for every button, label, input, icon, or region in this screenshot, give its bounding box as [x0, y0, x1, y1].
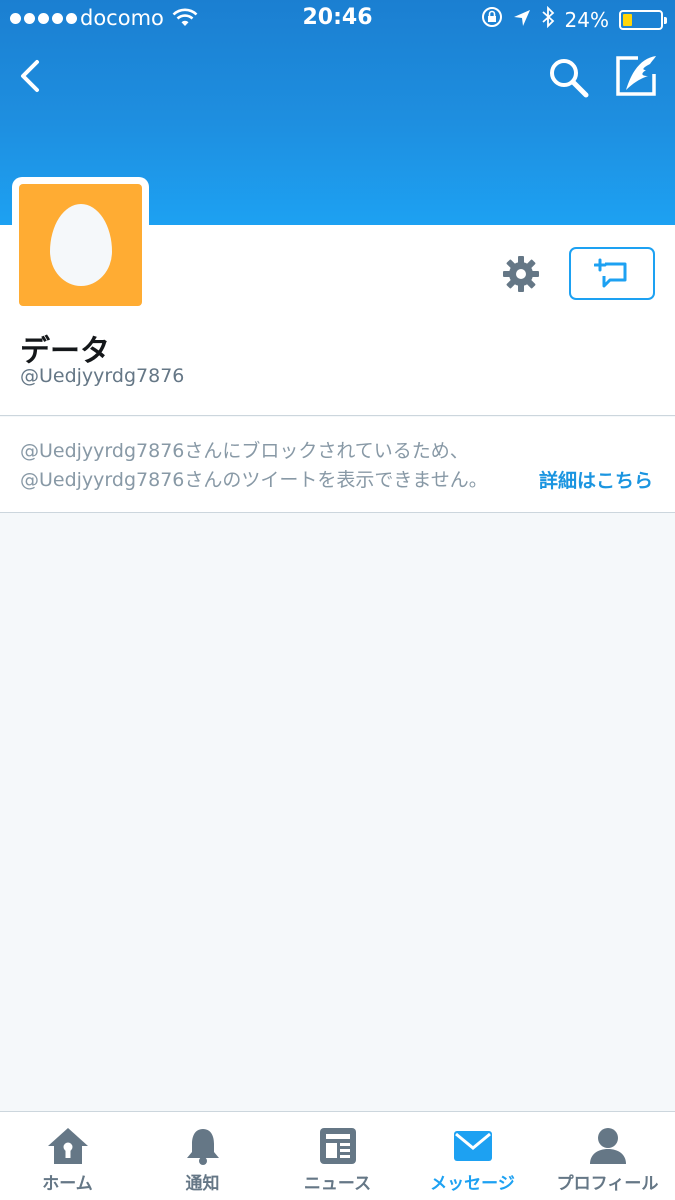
- blocked-notice: @Uedjyyrdg7876さんにブロックされているため、 @Uedjyyrdg…: [0, 417, 675, 512]
- home-icon: [46, 1126, 90, 1166]
- tab-label: 通知: [185, 1174, 220, 1194]
- chevron-left-icon: [21, 60, 39, 92]
- battery-icon: [619, 9, 667, 30]
- tab-profile[interactable]: プロフィール: [540, 1112, 675, 1200]
- divider: [0, 415, 675, 416]
- bluetooth-icon: [541, 5, 555, 33]
- news-icon: [319, 1126, 357, 1166]
- location-arrow-icon: [513, 8, 531, 32]
- bottom-tab-bar: ホーム 通知 ニュース メッセージ プロフィール: [0, 1111, 675, 1200]
- tab-label: メッセージ: [430, 1174, 515, 1194]
- rotation-lock-icon: [481, 6, 503, 33]
- status-bar: docomo 20:46 24%: [0, 0, 675, 38]
- profile-display-name: データ: [20, 334, 110, 369]
- person-icon: [588, 1126, 628, 1166]
- back-button[interactable]: [12, 56, 52, 96]
- default-egg-avatar: [19, 184, 142, 306]
- tab-home[interactable]: ホーム: [0, 1112, 135, 1200]
- tab-label: ホーム: [42, 1174, 93, 1194]
- envelope-icon: [453, 1126, 493, 1166]
- new-message-icon: [594, 258, 627, 287]
- direct-message-button[interactable]: [569, 247, 655, 300]
- tab-news[interactable]: ニュース: [270, 1112, 405, 1200]
- settings-button[interactable]: [501, 254, 541, 294]
- search-button[interactable]: [546, 55, 590, 99]
- compose-tweet-button[interactable]: [612, 52, 660, 100]
- compose-quill-icon: [616, 56, 656, 96]
- tab-messages[interactable]: メッセージ: [405, 1112, 540, 1200]
- learn-more-link[interactable]: 詳細はこちら: [539, 466, 653, 493]
- gear-icon: [503, 256, 539, 292]
- egg-icon: [49, 204, 112, 286]
- tab-notifications[interactable]: 通知: [135, 1112, 270, 1200]
- bell-icon: [185, 1126, 221, 1166]
- blocked-notice-line-1: @Uedjyyrdg7876さんにブロックされているため、: [20, 440, 469, 462]
- search-icon: [550, 59, 589, 98]
- divider: [0, 512, 675, 513]
- battery-percent: 24%: [564, 7, 609, 32]
- tab-label: プロフィール: [556, 1174, 659, 1194]
- tab-label: ニュース: [303, 1174, 372, 1194]
- avatar[interactable]: [12, 177, 149, 313]
- profile-handle: @Uedjyyrdg7876: [20, 365, 185, 387]
